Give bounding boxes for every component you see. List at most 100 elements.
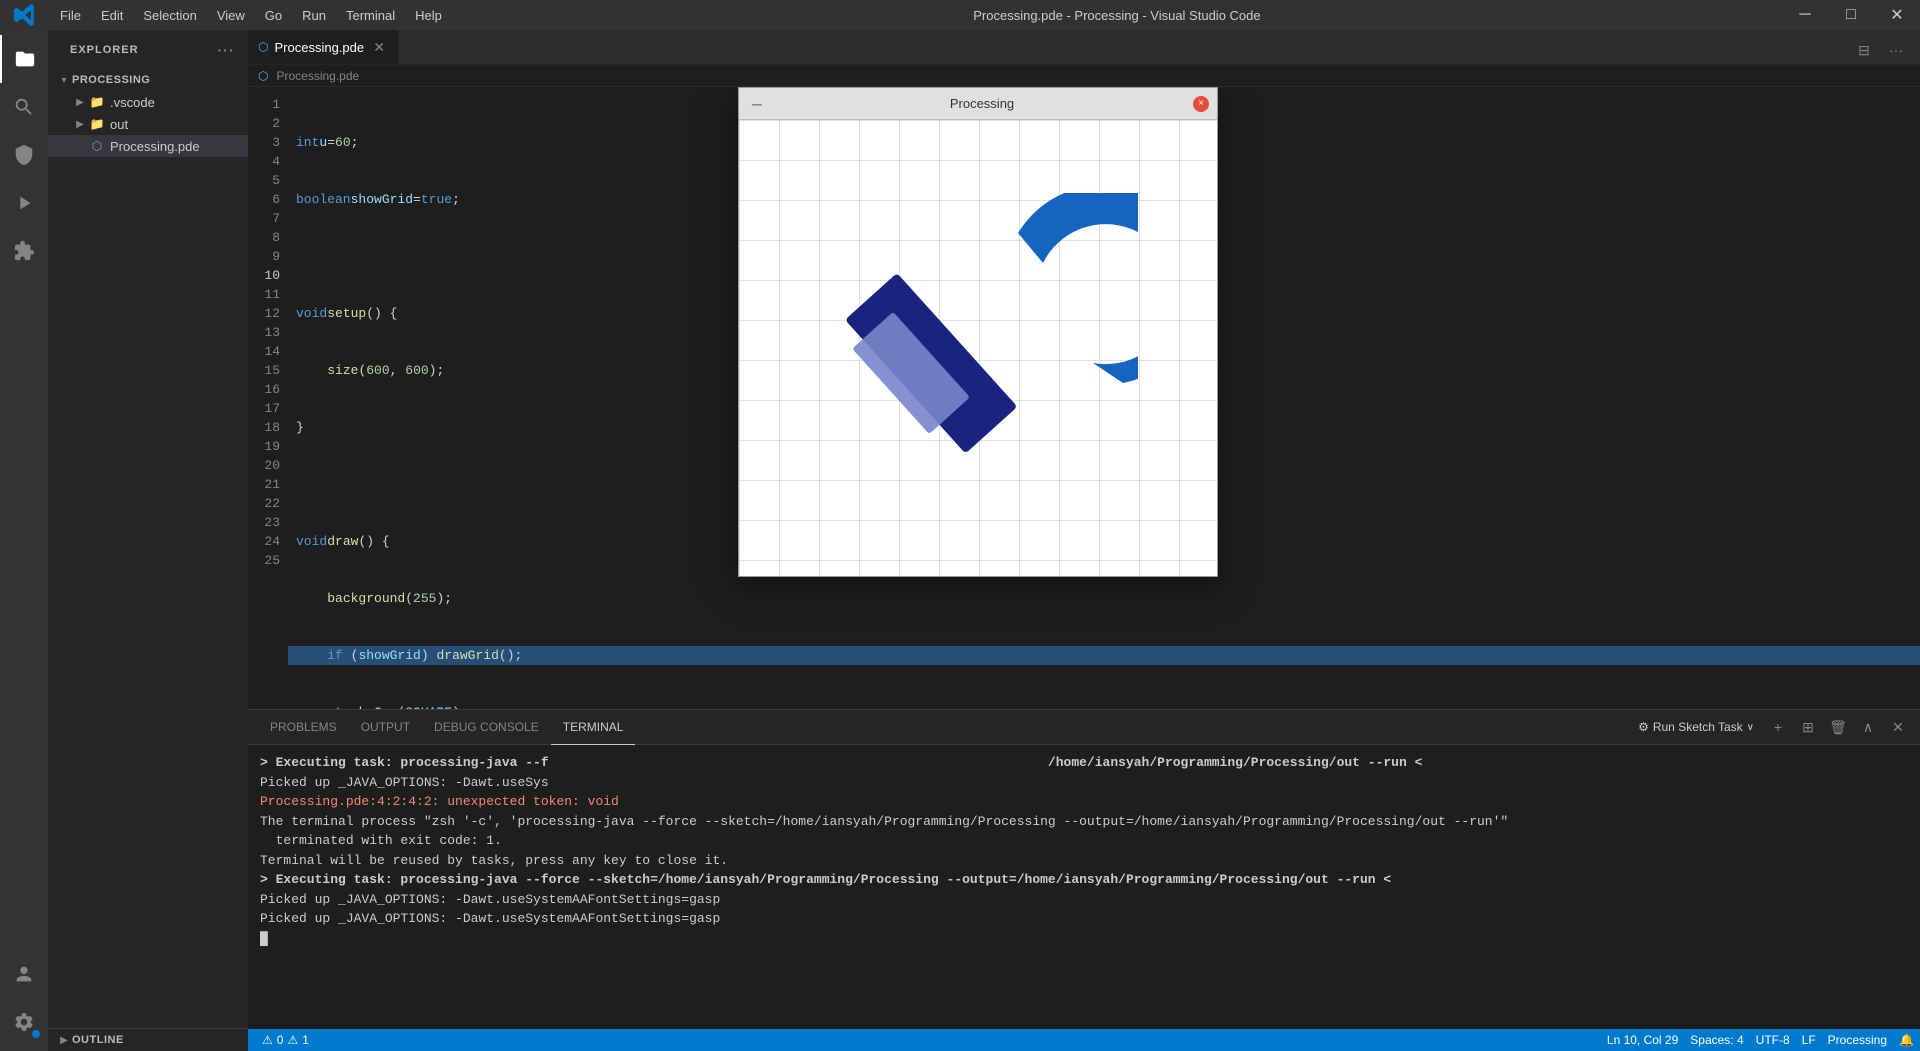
activity-explorer[interactable] (0, 35, 48, 83)
outline-section: ▶ OUTLINE (48, 1028, 248, 1051)
terminal-line-4: Processing.pde:4:2:4:2: unexpected token… (260, 792, 1908, 812)
title-bar-controls: ─ □ ✕ (1782, 0, 1920, 30)
processing-logo (818, 193, 1138, 503)
close-panel-button[interactable]: ✕ (1884, 713, 1912, 741)
minimize-button[interactable]: ─ (1782, 0, 1828, 30)
sidebar-header: explorer ··· (48, 30, 248, 65)
status-bar-left: ⚠ 0 ⚠ 1 (248, 1029, 315, 1051)
processing-close-button[interactable]: × (1193, 96, 1209, 112)
processing-titlebar: ─ Processing × (739, 88, 1217, 120)
maximize-button[interactable]: □ (1828, 0, 1874, 30)
status-language[interactable]: Processing (1822, 1029, 1893, 1051)
split-terminal-button[interactable]: ⊞ (1794, 713, 1822, 741)
activity-extensions[interactable] (0, 227, 48, 275)
kill-terminal-button[interactable]: 🗑 (1824, 713, 1852, 741)
tab-close-button[interactable]: ✕ (370, 38, 388, 56)
terminal-line-3: Picked up _JAVA_OPTIONS: -Dawt.useSys (260, 773, 1908, 793)
terminal-line-12: Picked up _JAVA_OPTIONS: -Dawt.useSystem… (260, 890, 1908, 910)
error-count: 0 (277, 1033, 284, 1047)
tab-terminal[interactable]: TERMINAL (551, 710, 636, 745)
new-terminal-button[interactable]: + (1764, 713, 1792, 741)
breadcrumb: ⬡ Processing.pde (248, 65, 1920, 87)
tab-processing-pde[interactable]: ⬡ Processing.pde ✕ (248, 30, 399, 64)
breadcrumb-file[interactable]: Processing.pde (276, 69, 359, 83)
terminal-line-6: terminated with exit code: 1. (260, 831, 1908, 851)
more-actions-button[interactable]: ··· (1882, 36, 1910, 64)
sidebar-tree: ▾ PROCESSING ▶ 📁 .vscode ▶ 📁 out ⬡ Proce… (48, 65, 248, 161)
outline-label: OUTLINE (72, 1034, 124, 1046)
processing-minimize-button[interactable]: ─ (747, 94, 767, 114)
status-eol[interactable]: LF (1796, 1029, 1822, 1051)
activity-source-control[interactable] (0, 131, 48, 179)
terminal-line-13: Picked up _JAVA_OPTIONS: -Dawt.useSystem… (260, 909, 1908, 929)
tree-item-vscode[interactable]: ▶ 📁 .vscode (48, 91, 248, 113)
tree-label-vscode: .vscode (110, 95, 155, 110)
terminal-line-10: > Executing task: processing-java --forc… (260, 870, 1908, 890)
menu-edit[interactable]: Edit (91, 8, 133, 23)
panel-tabs: PROBLEMS OUTPUT DEBUG CONSOLE TERMINAL ⚙… (248, 710, 1920, 745)
error-icon: ⚠ (262, 1033, 273, 1047)
language-label: Processing (1828, 1033, 1887, 1047)
menu-terminal[interactable]: Terminal (336, 8, 405, 23)
tree-label-out: out (110, 117, 128, 132)
menu-help[interactable]: Help (405, 8, 452, 23)
spaces-label: Spaces: 4 (1690, 1033, 1743, 1047)
sidebar-more-options[interactable]: ··· (216, 40, 236, 60)
status-spaces[interactable]: Spaces: 4 (1684, 1029, 1749, 1051)
tab-toolbar: ⊟ ··· (1850, 36, 1920, 64)
activity-bar-bottom (0, 950, 48, 1051)
content-area: ⬡ Processing.pde ✕ ⊟ ··· ⬡ Processing.pd… (248, 30, 1920, 1051)
vscode-arrow: ▶ (72, 94, 88, 110)
activity-account[interactable] (0, 950, 48, 998)
title-bar: File Edit Selection View Go Run Terminal… (0, 0, 1920, 30)
sidebar-section-label: PROCESSING (72, 74, 150, 86)
run-sketch-task-button[interactable]: ⚙ Run Sketch Task ∨ (1630, 720, 1762, 734)
editor-area[interactable]: 12345 678910 1112131415 1617181920 21222… (248, 87, 1920, 709)
editor-terminal-container: 12345 678910 1112131415 1617181920 21222… (248, 87, 1920, 1029)
tab-output[interactable]: OUTPUT (349, 710, 422, 745)
tab-label: Processing.pde (274, 40, 364, 55)
code-line-9: background(255); (288, 589, 1920, 608)
close-button[interactable]: ✕ (1874, 0, 1920, 30)
section-arrow: ▾ (56, 72, 72, 88)
activity-settings[interactable] (0, 998, 48, 1046)
folder-icon-out: 📁 (88, 115, 106, 133)
terminal-content[interactable]: > Executing task: processing-java --f /h… (248, 745, 1920, 1029)
menu-file[interactable]: File (50, 8, 91, 23)
menu-selection[interactable]: Selection (133, 8, 206, 23)
title-bar-left: File Edit Selection View Go Run Terminal… (0, 0, 452, 30)
outline-arrow: ▶ (56, 1032, 72, 1048)
tab-bar: ⬡ Processing.pde ✕ ⊟ ··· (248, 30, 1920, 65)
status-errors[interactable]: ⚠ 0 ⚠ 1 (256, 1029, 315, 1051)
outline-section-header[interactable]: ▶ OUTLINE (48, 1029, 248, 1051)
tree-item-out[interactable]: ▶ 📁 out (48, 113, 248, 135)
activity-run-debug[interactable] (0, 179, 48, 227)
menu-view[interactable]: View (207, 8, 255, 23)
sidebar-header-icons: ··· (216, 40, 236, 60)
menu-run[interactable]: Run (292, 8, 336, 23)
breadcrumb-icon: ⬡ (258, 69, 268, 83)
panel-toolbar: ⚙ Run Sketch Task ∨ + ⊞ 🗑 ∧ ✕ (1630, 713, 1920, 741)
activity-search[interactable] (0, 83, 48, 131)
menu-go[interactable]: Go (255, 8, 292, 23)
tab-debug-console[interactable]: DEBUG CONSOLE (422, 710, 551, 745)
status-bar-right: Ln 10, Col 29 Spaces: 4 UTF-8 LF Process… (1601, 1029, 1920, 1051)
eol-label: LF (1802, 1033, 1816, 1047)
status-notifications[interactable]: 🔔 (1893, 1029, 1920, 1051)
status-position[interactable]: Ln 10, Col 29 (1601, 1029, 1684, 1051)
split-editor-button[interactable]: ⊟ (1850, 36, 1878, 64)
run-task-icon: ⚙ (1638, 720, 1649, 734)
encoding-label: UTF-8 (1756, 1033, 1790, 1047)
sidebar-section-processing[interactable]: ▾ PROCESSING (48, 69, 248, 91)
status-encoding[interactable]: UTF-8 (1750, 1029, 1796, 1051)
tree-item-processing-pde[interactable]: ⬡ Processing.pde (48, 135, 248, 157)
menu-bar: File Edit Selection View Go Run Terminal… (50, 8, 452, 23)
tab-problems[interactable]: PROBLEMS (258, 710, 349, 745)
sidebar-title: explorer (70, 44, 139, 56)
processing-window[interactable]: ─ Processing × (738, 87, 1218, 577)
folder-icon-vscode: 📁 (88, 93, 106, 111)
terminal-line-5: The terminal process "zsh '-c', 'process… (260, 812, 1908, 832)
terminal-panel: PROBLEMS OUTPUT DEBUG CONSOLE TERMINAL ⚙… (248, 709, 1920, 1029)
warning-count: 1 (302, 1033, 309, 1047)
maximize-panel-button[interactable]: ∧ (1854, 713, 1882, 741)
